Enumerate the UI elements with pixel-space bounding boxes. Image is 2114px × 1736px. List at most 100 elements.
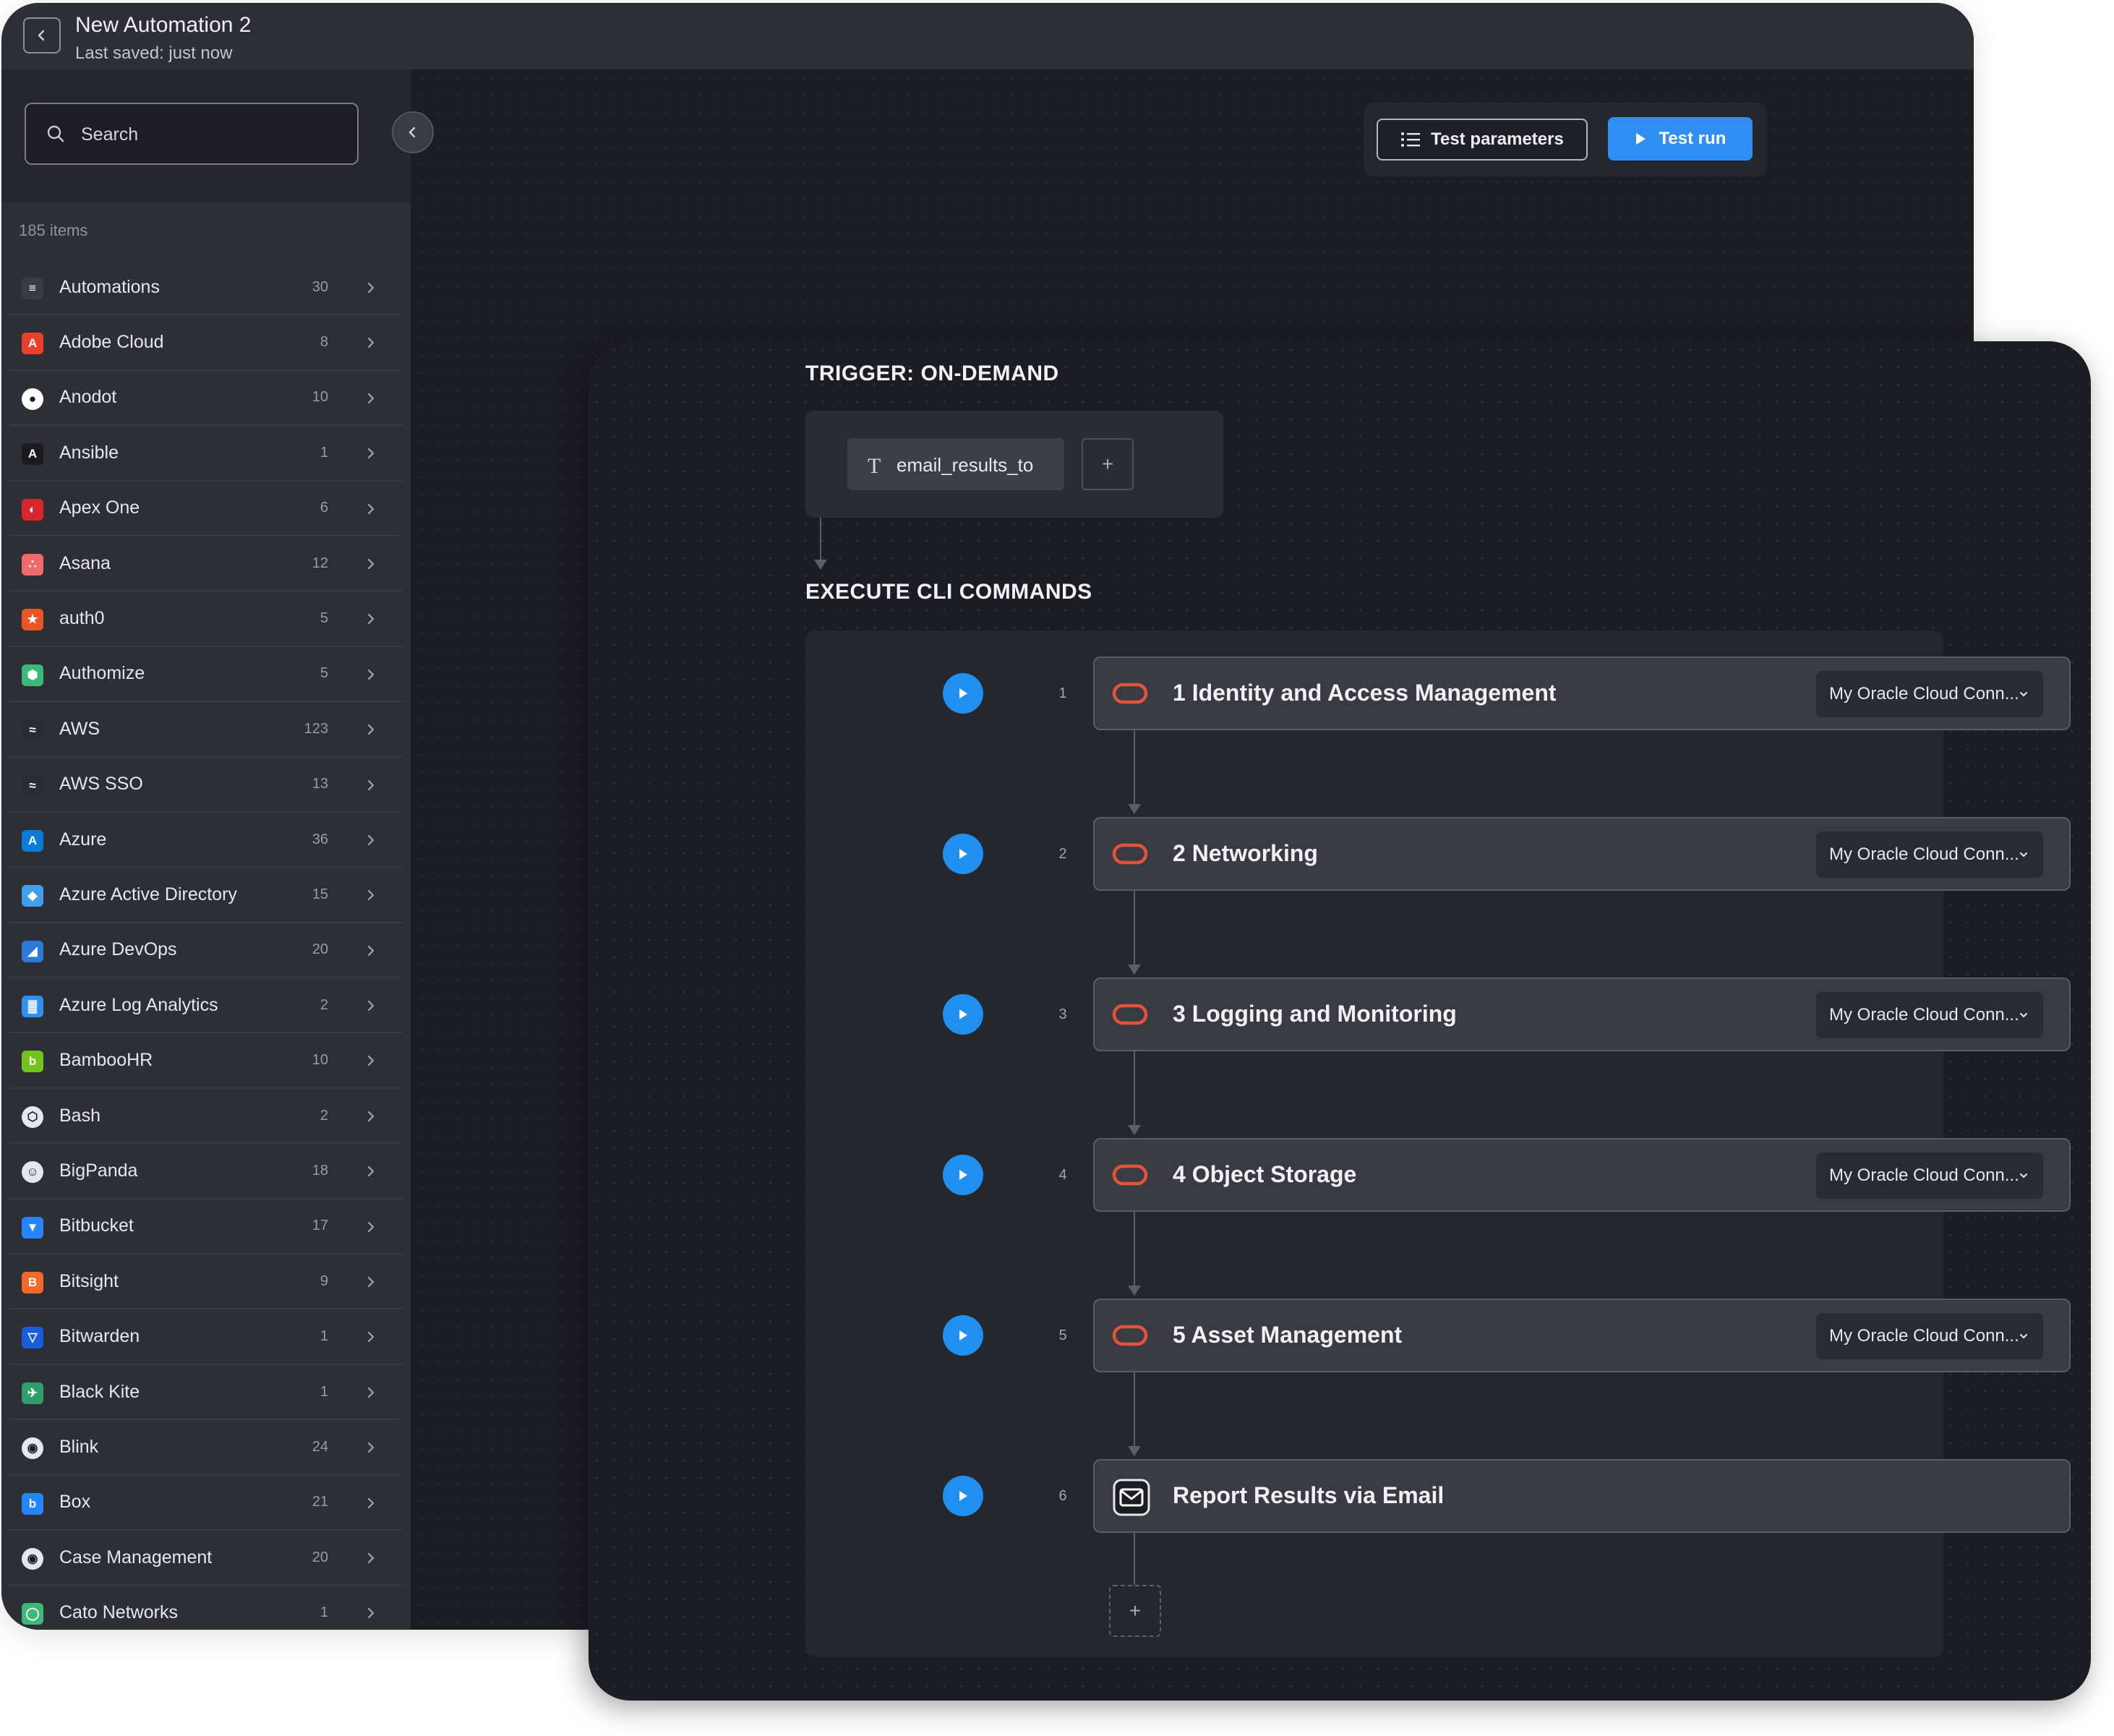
run-step-button[interactable] bbox=[943, 994, 983, 1035]
connector-line bbox=[820, 518, 821, 563]
chevron-right-icon bbox=[367, 834, 375, 846]
sidebar-item-ansible[interactable]: A Ansible 1 bbox=[9, 426, 403, 482]
execute-steps-box: 1 1 Identity and Access Management My Orac… bbox=[805, 630, 2071, 1657]
connector-arrow bbox=[1128, 965, 1141, 975]
execute-title: EXECUTE CLI COMMANDS bbox=[805, 580, 1092, 604]
back-button[interactable] bbox=[23, 17, 61, 54]
test-parameters-button[interactable]: Test parameters bbox=[1377, 119, 1588, 161]
connection-dropdown[interactable]: My Oracle Cloud Conn... bbox=[1816, 1153, 2043, 1199]
automation-title[interactable]: New Automation 2 bbox=[75, 13, 251, 38]
asana-icon: ∴ bbox=[22, 553, 43, 576]
run-step-button[interactable] bbox=[943, 834, 983, 874]
run-step-button[interactable] bbox=[943, 673, 983, 714]
connector-arrow bbox=[814, 560, 827, 570]
black-kite-icon: ✈ bbox=[22, 1382, 43, 1404]
step-title: Report Results via Email bbox=[1173, 1482, 1445, 1508]
search-box[interactable] bbox=[25, 103, 359, 165]
sidebar-item-label: Case Management bbox=[59, 1547, 213, 1568]
trigger-parameter[interactable]: T email_results_to bbox=[847, 438, 1064, 490]
chevron-left-icon bbox=[38, 30, 45, 41]
chevron-right-icon bbox=[367, 282, 375, 294]
connector-line bbox=[1134, 1372, 1135, 1449]
sidebar-item-automations[interactable]: ≡ Automations 30 bbox=[9, 260, 403, 316]
sidebar-item-aws-sso[interactable]: ≈ AWS SSO 13 bbox=[9, 758, 403, 813]
connection-dropdown[interactable]: My Oracle Cloud Conn... bbox=[1816, 1313, 2043, 1359]
bitwarden-icon: ▽ bbox=[22, 1327, 43, 1349]
connection-dropdown[interactable]: My Oracle Cloud Conn... bbox=[1816, 671, 2043, 717]
bigpanda-icon: ☺ bbox=[22, 1161, 43, 1184]
sidebar-item-label: Bitwarden bbox=[59, 1326, 140, 1347]
case-management-icon: ◉ bbox=[22, 1547, 43, 1570]
run-step-button[interactable] bbox=[943, 1155, 983, 1195]
chevron-down-icon bbox=[2020, 1013, 2027, 1018]
anodot-icon: ● bbox=[22, 388, 43, 410]
add-parameter-button[interactable]: + bbox=[1082, 438, 1134, 490]
sidebar-item-label: Blink bbox=[59, 1436, 99, 1457]
sidebar-item-count: 1 bbox=[320, 444, 328, 461]
sidebar-item-anodot[interactable]: ● Anodot 10 bbox=[9, 371, 403, 427]
sidebar-item-auth0[interactable]: ★ auth0 5 bbox=[9, 591, 403, 647]
sidebar-item-count: 36 bbox=[312, 831, 328, 847]
sidebar-item-label: AWS bbox=[59, 718, 100, 739]
play-icon bbox=[959, 1170, 967, 1180]
sidebar-item-count: 6 bbox=[320, 500, 328, 516]
sidebar-item-authomize[interactable]: ⬢ Authomize 5 bbox=[9, 647, 403, 703]
sidebar-item-label: Apex One bbox=[59, 497, 140, 518]
sidebar-item-apex-one[interactable]: ◐ Apex One 6 bbox=[9, 482, 403, 536]
step-card[interactable]: 4 Object Storage My Oracle Cloud Conn... bbox=[1093, 1138, 2071, 1212]
step-card[interactable]: Report Results via Email bbox=[1093, 1459, 2071, 1533]
sidebar-item-black-kite[interactable]: ✈ Black Kite 1 bbox=[9, 1365, 403, 1421]
sidebar-item-adobe-cloud[interactable]: A Adobe Cloud 8 bbox=[9, 315, 403, 371]
sidebar-item-count: 13 bbox=[312, 776, 328, 792]
connector-arrow bbox=[1128, 1125, 1141, 1135]
connection-label: My Oracle Cloud Conn... bbox=[1829, 684, 2019, 704]
run-step-button[interactable] bbox=[943, 1476, 983, 1516]
sidebar-item-azure-active-directory[interactable]: ◆ Azure Active Directory 15 bbox=[9, 868, 403, 923]
sidebar-item-bitbucket[interactable]: ▼ Bitbucket 17 bbox=[9, 1200, 403, 1255]
sidebar-item-cato-networks[interactable]: ◯ Cato Networks 1 bbox=[9, 1586, 403, 1630]
chevron-right-icon bbox=[367, 1387, 375, 1398]
sidebar-item-label: Bash bbox=[59, 1105, 100, 1126]
chevron-right-icon bbox=[367, 1442, 375, 1453]
sidebar-item-count: 15 bbox=[312, 886, 328, 902]
step-card[interactable]: 2 Networking My Oracle Cloud Conn... bbox=[1093, 817, 2071, 891]
sidebar-item-bitsight[interactable]: B Bitsight 9 bbox=[9, 1254, 403, 1310]
step-card[interactable]: 1 Identity and Access Management My Oracl… bbox=[1093, 657, 2071, 730]
sidebar-item-azure-log-analytics[interactable]: ▓ Azure Log Analytics 2 bbox=[9, 978, 403, 1034]
sidebar-item-box[interactable]: b Box 21 bbox=[9, 1476, 403, 1531]
chevron-right-icon bbox=[367, 448, 375, 459]
aws-sso-icon: ≈ bbox=[22, 774, 43, 797]
sidebar-item-bitwarden[interactable]: ▽ Bitwarden 1 bbox=[9, 1309, 403, 1365]
step-number: 5 bbox=[1058, 1327, 1067, 1343]
sidebar-item-blink[interactable]: ◉ Blink 24 bbox=[9, 1420, 403, 1476]
sidebar-item-bash[interactable]: ⬡ Bash 2 bbox=[9, 1089, 403, 1145]
sidebar-item-label: auth0 bbox=[59, 608, 105, 629]
run-step-button[interactable] bbox=[943, 1315, 983, 1356]
search-input[interactable] bbox=[81, 124, 341, 145]
sidebar-item-label: Black Kite bbox=[59, 1381, 140, 1402]
oracle-icon bbox=[1112, 843, 1148, 865]
add-step-button[interactable]: + bbox=[1109, 1585, 1161, 1637]
sidebar-item-case-management[interactable]: ◉ Case Management 20 bbox=[9, 1531, 403, 1586]
sidebar-item-azure-devops[interactable]: ◢ Azure DevOps 20 bbox=[9, 923, 403, 979]
workflow-panel: TRIGGER: ON-DEMAND T email_results_to + … bbox=[589, 341, 2091, 1701]
sidebar-item-bigpanda[interactable]: ☺ BigPanda 18 bbox=[9, 1144, 403, 1200]
sidebar-item-asana[interactable]: ∴ Asana 12 bbox=[9, 536, 403, 592]
step-card[interactable]: 3 Logging and Monitoring My Oracle Cloud … bbox=[1093, 978, 2071, 1051]
connection-dropdown[interactable]: My Oracle Cloud Conn... bbox=[1816, 831, 2043, 878]
email-icon bbox=[1113, 1479, 1150, 1516]
sidebar-item-label: Azure DevOps bbox=[59, 939, 177, 960]
chevron-right-icon bbox=[367, 1332, 375, 1343]
sidebar-item-aws[interactable]: ≈ AWS 123 bbox=[9, 702, 403, 758]
azure-log-analytics-icon: ▓ bbox=[22, 996, 43, 1018]
chevron-down-icon bbox=[2020, 1334, 2027, 1339]
sidebar-item-bamboohr[interactable]: b BambooHR 10 bbox=[9, 1033, 403, 1089]
oracle-icon bbox=[1112, 1325, 1148, 1346]
test-run-button[interactable]: Test run bbox=[1608, 117, 1753, 161]
integration-list: ≡ Automations 30 A Adobe Cloud 8 ● Anodot 10 A Ans… bbox=[9, 260, 403, 1630]
sidebar-item-azure[interactable]: A Azure 36 bbox=[9, 813, 403, 868]
connection-label: My Oracle Cloud Conn... bbox=[1829, 1166, 2019, 1185]
connection-dropdown[interactable]: My Oracle Cloud Conn... bbox=[1816, 992, 2043, 1038]
step-card[interactable]: 5 Asset Management My Oracle Cloud Conn..… bbox=[1093, 1299, 2071, 1372]
collapse-sidebar-button[interactable] bbox=[392, 111, 434, 153]
